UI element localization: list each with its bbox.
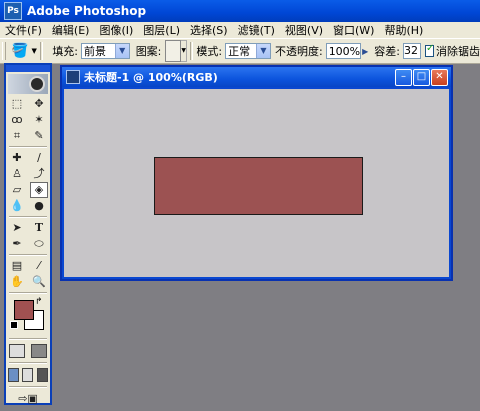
opacity-slider-arrow-icon[interactable]: ▶ — [362, 47, 368, 56]
document-window: 未标题-1 @ 100%(RGB) – □ ✕ — [60, 65, 453, 281]
filled-rectangle — [154, 157, 363, 215]
document-icon — [66, 70, 80, 84]
maximize-button[interactable]: □ — [413, 69, 430, 86]
paint-bucket-tool-icon[interactable]: ◈ — [30, 182, 48, 198]
tolerance-label: 容差: — [374, 45, 401, 58]
standard-screen-mode-icon[interactable] — [7, 368, 19, 382]
marquee-tool-icon[interactable]: ⬚ — [8, 96, 26, 112]
divider — [9, 146, 47, 148]
path-selection-tool-icon[interactable]: ➤ — [8, 220, 26, 236]
menu-layer[interactable]: 图层(L) — [138, 22, 185, 38]
app-title: Adobe Photoshop — [27, 4, 147, 18]
full-screen-mode-icon[interactable] — [37, 368, 49, 382]
shape-tool-icon[interactable]: ⬭ — [30, 236, 48, 252]
standard-mode-icon[interactable] — [9, 344, 25, 358]
quick-mask-mode-icon[interactable] — [31, 344, 47, 358]
jump-to-imageready-icon[interactable]: ⇨▣ — [13, 391, 43, 407]
menu-view[interactable]: 视图(V) — [280, 22, 328, 38]
antialias-checkbox[interactable] — [425, 43, 434, 57]
adobe-online-eye-icon — [29, 76, 45, 92]
divider — [9, 386, 47, 388]
minimize-button[interactable]: – — [395, 69, 412, 86]
fill-select[interactable]: 前景 ▼ — [81, 43, 130, 59]
eraser-tool-icon[interactable]: ▱ — [8, 182, 26, 198]
menu-image[interactable]: 图像(I) — [94, 22, 138, 38]
pen-tool-icon[interactable]: ✒ — [8, 236, 26, 252]
zoom-tool-icon[interactable]: 🔍 — [30, 274, 48, 290]
color-swatches: ↱ — [6, 296, 50, 336]
clone-stamp-tool-icon[interactable]: ♙ — [8, 166, 26, 182]
type-tool-icon[interactable]: T — [30, 220, 48, 236]
divider — [39, 42, 44, 60]
menu-edit[interactable]: 编辑(E) — [47, 22, 95, 38]
antialias-label: 消除锯齿 — [436, 45, 480, 58]
chevron-down-icon: ▼ — [255, 44, 270, 58]
default-colors-icon[interactable] — [10, 321, 18, 329]
mode-select-value: 正常 — [228, 45, 251, 58]
fill-select-value: 前景 — [84, 45, 107, 58]
menu-bar: 文件(F) 编辑(E) 图像(I) 图层(L) 选择(S) 滤镜(T) 视图(V… — [0, 22, 480, 38]
blur-tool-icon[interactable]: 💧 — [8, 198, 26, 214]
menu-window[interactable]: 窗口(W) — [328, 22, 379, 38]
eyedropper-tool-icon[interactable]: ⁄ — [30, 258, 48, 274]
pattern-picker-arrow[interactable]: ▼ — [181, 40, 187, 62]
divider — [9, 362, 47, 364]
menu-file[interactable]: 文件(F) — [0, 22, 47, 38]
app-titlebar: Ps Adobe Photoshop — [0, 0, 480, 22]
document-canvas[interactable] — [64, 89, 449, 277]
mode-label: 模式: — [196, 45, 223, 58]
divider — [189, 42, 194, 60]
foreground-color-swatch[interactable] — [14, 300, 34, 320]
menu-select[interactable]: 选择(S) — [185, 22, 233, 38]
brush-tool-icon[interactable]: ∕ — [30, 150, 48, 166]
healing-brush-tool-icon[interactable]: ✚ — [8, 150, 26, 166]
paint-bucket-tool-icon[interactable]: 🪣 — [11, 43, 28, 59]
lasso-tool-icon[interactable]: ꝏ — [8, 112, 26, 128]
crop-tool-icon[interactable]: ⌗ — [8, 128, 26, 144]
magic-wand-tool-icon[interactable]: ✶ — [30, 112, 48, 128]
divider — [9, 338, 47, 340]
divider — [9, 216, 47, 218]
divider — [9, 292, 47, 294]
move-tool-icon[interactable]: ✥ — [30, 96, 48, 112]
divider — [9, 254, 47, 256]
tolerance-input[interactable]: 32 — [403, 43, 422, 59]
mode-select[interactable]: 正常 ▼ — [225, 43, 271, 59]
options-bar-grip[interactable] — [2, 42, 7, 60]
options-bar: 🪣 ▼ 填充: 前景 ▼ 图案: ▼ 模式: 正常 ▼ 不透明度: 100% ▶… — [0, 38, 480, 64]
menu-filter[interactable]: 滤镜(T) — [233, 22, 280, 38]
notes-tool-icon[interactable]: ▤ — [8, 258, 26, 274]
history-brush-tool-icon[interactable]: ⤴ — [30, 166, 48, 182]
opacity-field[interactable]: 100% — [325, 43, 362, 59]
close-button[interactable]: ✕ — [431, 69, 448, 86]
hand-tool-icon[interactable]: ✋ — [8, 274, 26, 290]
document-title: 未标题-1 @ 100%(RGB) — [84, 71, 218, 84]
full-screen-menu-mode-icon[interactable] — [22, 368, 34, 382]
menu-help[interactable]: 帮助(H) — [379, 22, 428, 38]
chevron-down-icon: ▼ — [114, 44, 129, 58]
toolbox: ⬚ ✥ ꝏ ✶ ⌗ ✎ ✚ ∕ ♙ ⤴ ▱ ◈ 💧 ● ➤ T ✒ ⬭ ▤ ⁄ … — [4, 63, 52, 405]
opacity-value: 100% — [328, 44, 361, 58]
tool-preset-dropdown-icon[interactable]: ▼ — [32, 47, 37, 55]
fill-label: 填充: — [52, 45, 79, 58]
photoshop-logo-icon: Ps — [4, 2, 22, 20]
toolbox-titlebar[interactable] — [6, 65, 50, 72]
opacity-label: 不透明度: — [274, 45, 323, 58]
document-titlebar[interactable]: 未标题-1 @ 100%(RGB) — [62, 67, 451, 87]
pattern-label: 图案: — [135, 45, 162, 58]
slice-tool-icon[interactable]: ✎ — [30, 128, 48, 144]
pattern-swatch[interactable] — [165, 40, 182, 62]
dodge-tool-icon[interactable]: ● — [30, 198, 48, 214]
swap-colors-icon[interactable]: ↱ — [35, 297, 43, 307]
toolbox-header-image[interactable] — [8, 74, 48, 94]
